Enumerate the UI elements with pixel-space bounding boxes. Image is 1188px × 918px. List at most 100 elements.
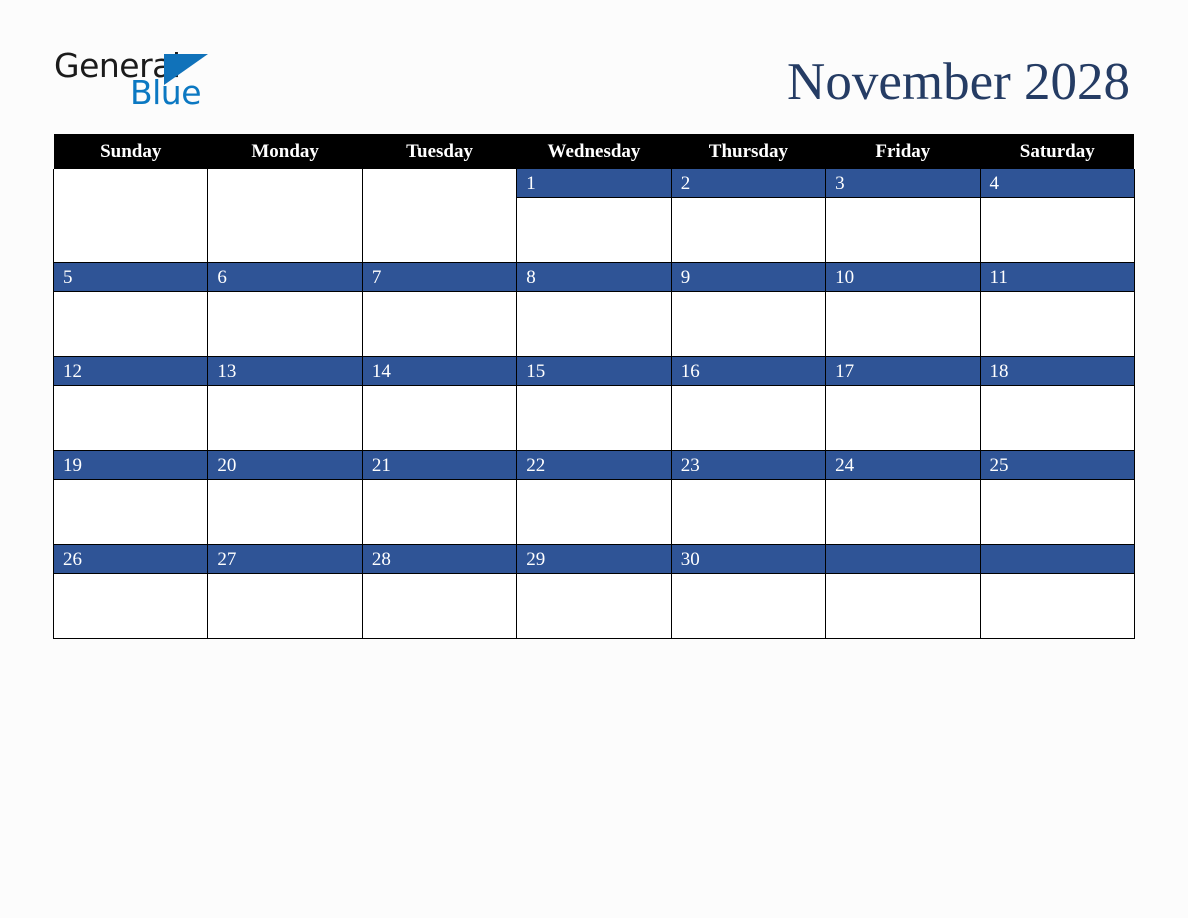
day-event-area[interactable] [517,480,671,543]
calendar-day-cell[interactable]: 14 [361,356,518,451]
calendar-day-cell[interactable]: 12 [52,356,209,451]
day-event-area[interactable] [671,574,826,637]
calendar-empty-cell[interactable] [979,544,1135,639]
day-event-area[interactable] [826,198,980,261]
brand-logo[interactable]: General Blue [54,48,314,112]
day-number: 6 [208,263,362,292]
calendar-day-cell[interactable]: 22 [516,450,672,545]
calendar-day-cell[interactable]: 29 [516,544,672,639]
calendar-day-cell[interactable]: 6 [207,262,363,357]
calendar-day-cell[interactable]: 1 [516,169,672,263]
calendar-day-cell[interactable]: 4 [979,169,1135,263]
weekday-header-thursday: Thursday [671,134,826,169]
calendar-day-cell[interactable]: 5 [52,262,209,357]
calendar-empty-cell[interactable] [825,544,981,639]
day-event-area[interactable] [980,574,1134,637]
day-event-area[interactable] [208,574,362,637]
calendar-day-cell[interactable]: 17 [825,356,981,451]
day-number: 29 [517,545,671,574]
calendar-day-cell[interactable]: 10 [825,262,981,357]
day-event-area[interactable] [54,292,208,355]
calendar-week-row: 1234 [52,169,1135,263]
day-number: 18 [980,357,1134,386]
calendar-day-cell[interactable]: 24 [825,450,981,545]
day-event-area[interactable] [826,386,980,449]
day-event-area[interactable] [208,386,362,449]
day-event-area[interactable] [517,198,671,261]
day-event-area[interactable] [826,574,980,637]
calendar-day-cell[interactable]: 11 [979,262,1135,357]
day-event-area[interactable] [980,480,1134,543]
day-number: 3 [826,169,980,198]
page-title: November 2028 [787,53,1130,111]
calendar-day-cell[interactable]: 21 [361,450,518,545]
calendar-day-cell[interactable]: 9 [670,262,827,357]
day-event-area[interactable] [671,480,826,543]
calendar-day-cell[interactable]: 23 [670,450,827,545]
day-number: 10 [826,263,980,292]
day-event-area[interactable] [671,386,826,449]
calendar-week-row: 19 20 21 22 23 24 25 [52,450,1135,545]
day-event-area[interactable] [826,292,980,355]
day-event-area[interactable] [362,292,517,355]
day-event-area[interactable] [826,480,980,543]
day-event-area[interactable] [54,480,208,543]
day-event-area[interactable] [54,198,208,261]
day-event-area[interactable] [671,198,826,261]
calendar-day-cell[interactable]: 25 [979,450,1135,545]
day-event-area[interactable] [208,198,362,261]
calendar-header-row: Sunday Monday Tuesday Wednesday Thursday… [53,134,1135,169]
weekday-header-sunday: Sunday [53,134,208,169]
calendar-day-cell[interactable]: 16 [670,356,827,451]
day-number [362,169,517,198]
calendar-day-cell[interactable]: 28 [361,544,518,639]
day-number: 23 [671,451,826,480]
day-event-area[interactable] [54,386,208,449]
day-event-area[interactable] [517,386,671,449]
calendar-empty-cell[interactable] [207,169,363,263]
day-number: 11 [980,263,1134,292]
day-number: 20 [208,451,362,480]
day-event-area[interactable] [208,292,362,355]
calendar-empty-cell[interactable] [361,169,518,263]
day-event-area[interactable] [517,292,671,355]
day-number: 14 [362,357,517,386]
calendar-day-cell[interactable]: 2 [670,169,827,263]
day-number: 28 [362,545,517,574]
day-event-area[interactable] [980,386,1134,449]
day-event-area[interactable] [362,198,517,261]
calendar-day-cell[interactable]: 13 [207,356,363,451]
day-number: 4 [980,169,1134,198]
day-number: 13 [208,357,362,386]
calendar-day-cell[interactable]: 7 [361,262,518,357]
calendar-day-cell[interactable]: 8 [516,262,672,357]
day-event-area[interactable] [671,292,826,355]
calendar-day-cell[interactable]: 19 [52,450,209,545]
day-event-area[interactable] [517,574,671,637]
day-event-area[interactable] [208,480,362,543]
day-event-area[interactable] [362,386,517,449]
day-number: 15 [517,357,671,386]
page-header: General Blue November 2028 [0,0,1188,135]
calendar-week-row: 26 27 28 29 30 [52,544,1135,639]
calendar-day-cell[interactable]: 26 [52,544,209,639]
calendar-day-cell[interactable]: 3 [825,169,981,263]
calendar-day-cell[interactable]: 27 [207,544,363,639]
day-number: 24 [826,451,980,480]
day-number: 1 [517,169,671,198]
day-event-area[interactable] [362,574,517,637]
calendar-day-cell[interactable]: 30 [670,544,827,639]
calendar-empty-cell[interactable] [52,169,209,263]
calendar-week-row: 5 6 7 8 9 10 11 [52,262,1135,357]
day-event-area[interactable] [980,198,1134,261]
day-event-area[interactable] [980,292,1134,355]
brand-name-blue: Blue [130,73,202,112]
day-number: 25 [980,451,1134,480]
calendar-day-cell[interactable]: 15 [516,356,672,451]
calendar-table: Sunday Monday Tuesday Wednesday Thursday… [52,134,1135,639]
day-event-area[interactable] [362,480,517,543]
day-event-area[interactable] [54,574,208,637]
calendar-day-cell[interactable]: 20 [207,450,363,545]
day-number: 21 [362,451,517,480]
calendar-day-cell[interactable]: 18 [979,356,1135,451]
